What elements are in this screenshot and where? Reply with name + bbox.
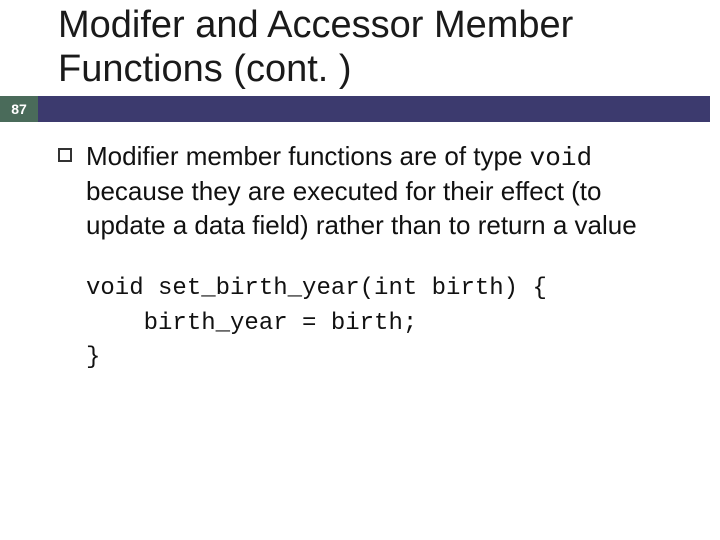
title-divider-bar: [38, 96, 710, 122]
bullet-text-part-2: because they are executed for their effe…: [86, 176, 637, 239]
bullet-text-part-1: Modifier member functions are of type: [86, 141, 530, 171]
code-line-1: void set_birth_year(int birth) {: [86, 275, 547, 302]
bullet-item: Modifier member functions are of type vo…: [58, 140, 688, 242]
page-number-badge: 87: [0, 96, 38, 122]
code-line-2: birth_year = birth;: [86, 310, 417, 337]
bullet-text: Modifier member functions are of type vo…: [86, 140, 688, 242]
square-bullet-icon: [58, 148, 72, 162]
slide-title: Modifer and Accessor Member Functions (c…: [58, 4, 700, 91]
code-line-3: }: [86, 344, 100, 371]
code-example: void set_birth_year(int birth) { birth_y…: [86, 272, 688, 376]
inline-code-void: void: [530, 143, 592, 173]
slide-body: Modifier member functions are of type vo…: [58, 140, 688, 376]
